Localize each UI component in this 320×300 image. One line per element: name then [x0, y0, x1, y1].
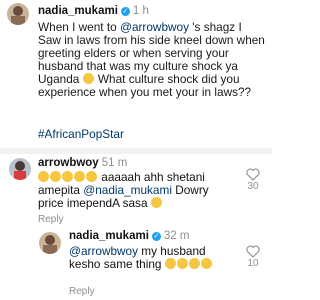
comment-username[interactable]: arrowbwoy	[38, 157, 99, 169]
caption-text: When I went to	[38, 20, 120, 34]
verified-badge-icon: ✓	[120, 7, 130, 16]
comment-header: arrowbwoy 51 m	[38, 156, 127, 170]
heart-icon[interactable]	[246, 168, 260, 181]
mention-arrowbwoy[interactable]: @arrowbwoy	[120, 20, 189, 34]
comment-time: 51 m	[101, 157, 128, 169]
like-count: 10	[247, 258, 259, 269]
laughing-face-emoji-icon	[150, 197, 162, 208]
laughing-face-emoji-icon	[176, 258, 188, 269]
comment-time: 32 m	[163, 230, 190, 242]
laughing-face-emoji-icon	[164, 258, 176, 269]
smiling-face-emoji-icon	[82, 73, 94, 84]
comment-text: @arrowbwoy my husband kesho same thing	[69, 245, 234, 271]
verified-badge-icon: ✓	[151, 232, 161, 241]
laughing-face-emoji-icon	[86, 171, 97, 182]
laughing-face-emoji-icon	[38, 171, 49, 182]
comment-text: aaaaah ahh shetani amepita @nadia_mukami…	[38, 171, 226, 210]
avatar-nadia-mukami[interactable]	[39, 232, 61, 254]
post: nadia_mukami ✓ 1 h When I went to @arrowbw…	[0, 0, 272, 141]
comment-reply: nadia_mukami ✓ 32 m @arrowbwoy my husband …	[0, 220, 272, 300]
mention-arrowbwoy[interactable]: @arrowbwoy	[69, 244, 138, 258]
laughing-face-emoji-icon	[188, 258, 200, 269]
laughing-face-emoji-icon	[74, 171, 85, 182]
heart-icon[interactable]	[246, 245, 260, 258]
comment-header: nadia_mukami ✓ 32 m	[69, 229, 189, 243]
avatar-arrowbwoy[interactable]	[9, 158, 31, 180]
post-username[interactable]: nadia_mukami	[38, 5, 118, 17]
laughing-face-emoji-icon	[50, 171, 61, 182]
post-time: 1 h	[132, 5, 149, 17]
post-caption: When I went to @arrowbwoy 's shagz I Saw…	[38, 21, 266, 99]
laughing-face-emoji-icon	[62, 171, 73, 182]
like-count: 30	[247, 181, 259, 192]
comment: arrowbwoy 51 m aaaaah ahh shetani amepita…	[0, 154, 272, 225]
reply-button[interactable]: Reply	[69, 286, 95, 297]
laughing-face-emoji-icon	[200, 258, 212, 269]
mention-nadia-mukami[interactable]: @nadia_mukami	[83, 183, 172, 197]
hashtag-link[interactable]: #AfricanPopStar	[38, 128, 124, 141]
comment-username[interactable]: nadia_mukami	[69, 230, 149, 242]
post-header: nadia_mukami ✓ 1 h	[38, 4, 149, 18]
avatar-nadia-mukami[interactable]	[7, 3, 29, 25]
